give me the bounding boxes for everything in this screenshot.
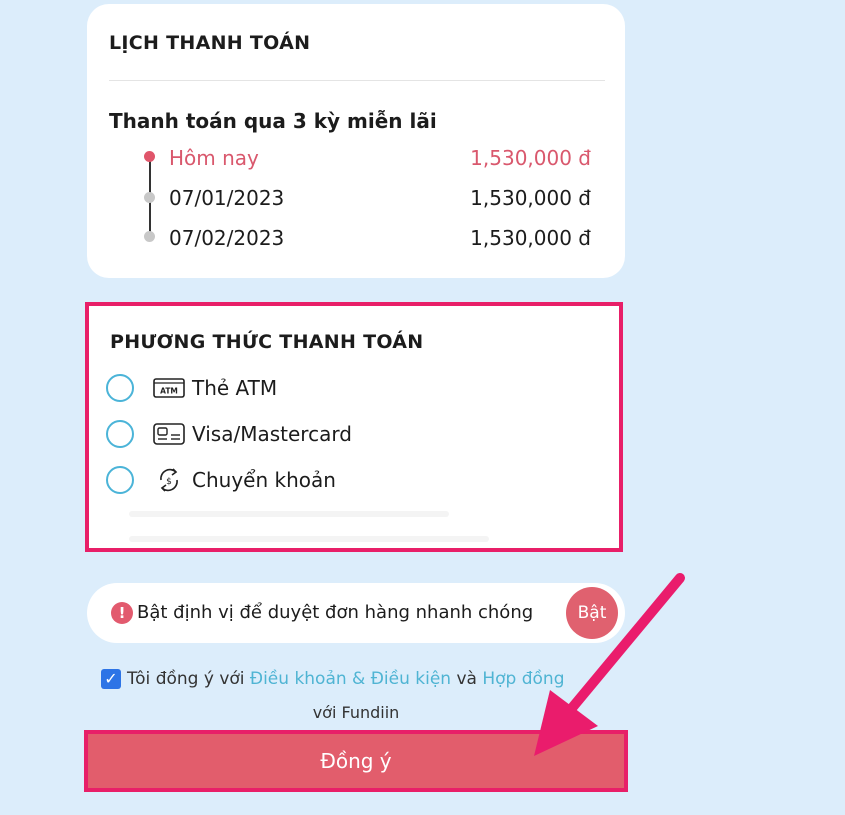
installment-date: 07/01/2023: [169, 186, 285, 210]
agreement-joiner: và: [451, 669, 483, 689]
agreement-prefix: Tôi đồng ý với: [127, 669, 250, 689]
agreement-text: Tôi đồng ý với Điều khoản & Điều kiện và…: [127, 669, 565, 689]
payment-schedule-card: LỊCH THANH TOÁN Thanh toán qua 3 kỳ miễn…: [87, 4, 625, 278]
radio-button[interactable]: [106, 374, 134, 402]
credit-card-icon: [152, 421, 186, 447]
installment-date: Hôm nay: [169, 146, 259, 170]
installment-amount: 1,530,000 đ: [470, 226, 591, 250]
svg-text:$: $: [166, 477, 172, 487]
payment-option-atm[interactable]: ATM Thẻ ATM: [106, 371, 277, 405]
timeline-dot: [144, 192, 155, 203]
annotation-arrow-icon: [534, 573, 685, 756]
agreement-checkbox[interactable]: ✓: [101, 669, 121, 689]
payment-option-label: Visa/Mastercard: [192, 422, 352, 446]
plan-title: Thanh toán qua 3 kỳ miễn lãi: [109, 109, 437, 133]
timeline-dot: [144, 231, 155, 242]
atm-card-icon: ATM: [152, 375, 186, 401]
payment-method-card: PHƯƠNG THỨC THANH TOÁN ATM Thẻ ATM Visa/…: [85, 302, 623, 552]
timeline-dot-today: [144, 151, 155, 162]
location-prompt-text: Bật định vị để duyệt đơn hàng nhanh chón…: [137, 602, 534, 623]
faded-placeholder: [129, 536, 489, 542]
payment-option-visa[interactable]: Visa/Mastercard: [106, 417, 352, 451]
divider: [109, 80, 605, 81]
svg-text:ATM: ATM: [160, 387, 178, 396]
installment-amount: 1,530,000 đ: [470, 146, 591, 170]
faded-placeholder: [129, 511, 449, 517]
alert-icon: !: [111, 602, 133, 624]
transfer-icon: $: [152, 467, 186, 493]
payment-method-title: PHƯƠNG THỨC THANH TOÁN: [110, 331, 424, 353]
installment-date: 07/02/2023: [169, 226, 285, 250]
payment-option-label: Chuyển khoản: [192, 468, 336, 492]
terms-link[interactable]: Điều khoản & Điều kiện: [250, 669, 451, 689]
payment-option-transfer[interactable]: $ Chuyển khoản: [106, 463, 336, 497]
schedule-title: LỊCH THANH TOÁN: [109, 32, 311, 54]
radio-button[interactable]: [106, 420, 134, 448]
radio-button[interactable]: [106, 466, 134, 494]
installment-amount: 1,530,000 đ: [470, 186, 591, 210]
payment-option-label: Thẻ ATM: [192, 376, 278, 400]
